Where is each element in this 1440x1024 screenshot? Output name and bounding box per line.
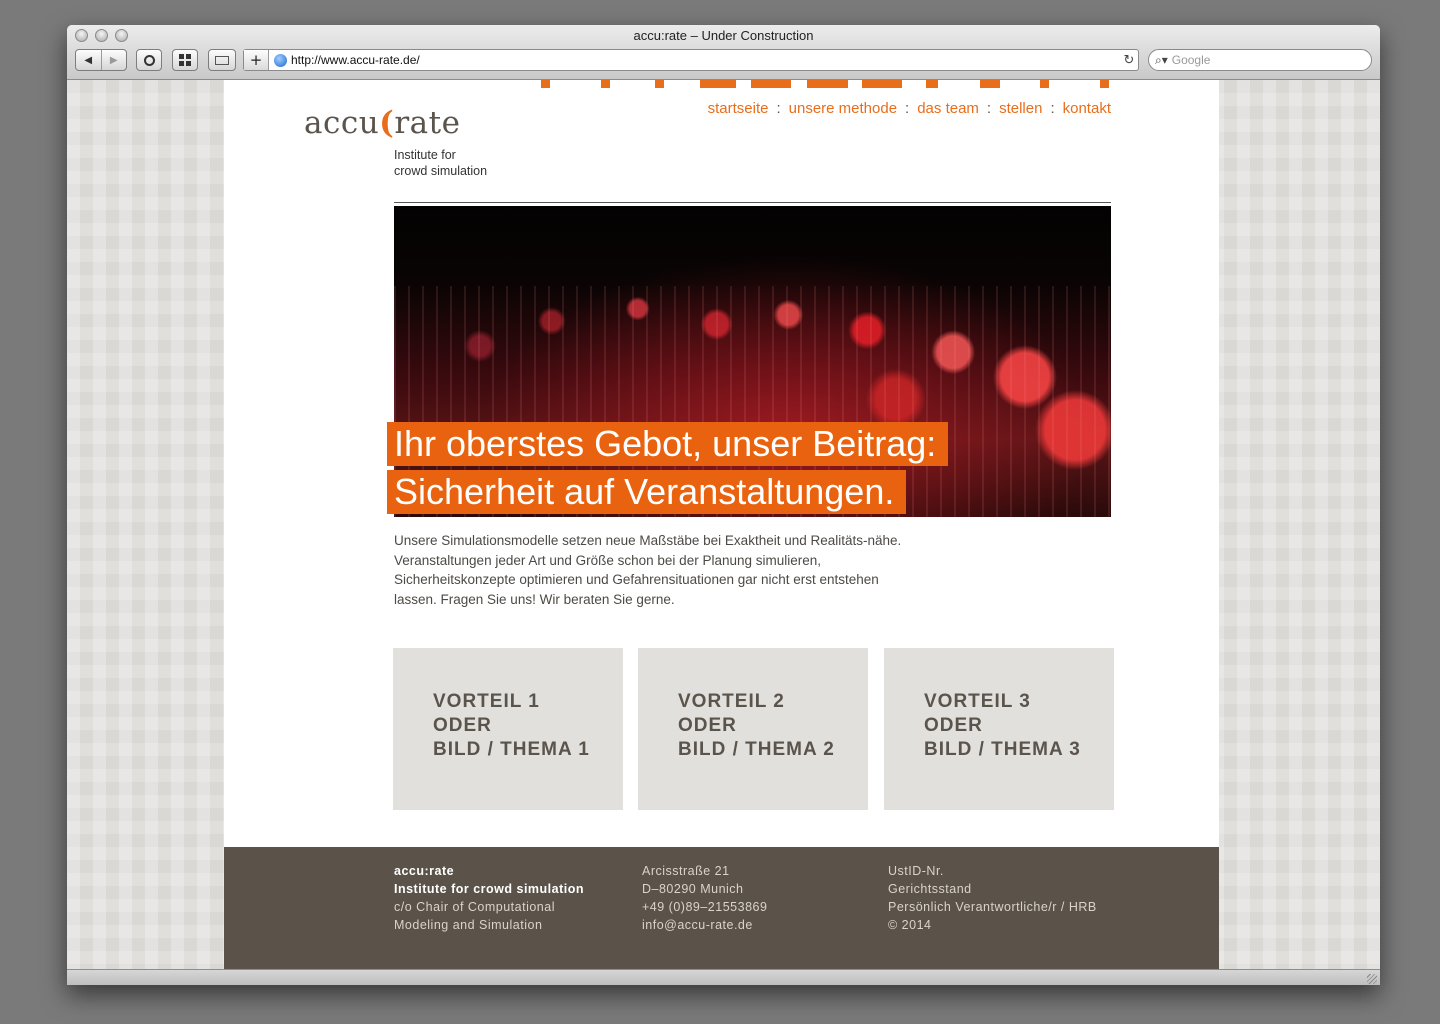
top-sites-grid-icon <box>179 54 191 66</box>
nav-item-startseite[interactable]: startseite <box>708 100 769 117</box>
card-line: BILD / THEMA 3 <box>924 739 1081 760</box>
footer-line: Persönlich Verantwortliche/r / HRB <box>888 900 1097 914</box>
footer-company-subtitle: Institute for crowd simulation <box>394 882 585 896</box>
card-line: VORTEIL 2 <box>678 691 785 712</box>
footer-phone: +49 (0)89–21553869 <box>642 900 768 914</box>
site-footer: accu:rate Institute for crowd simulation… <box>224 847 1219 969</box>
page-content: accu(rate Institute for crowd simulation… <box>224 80 1219 969</box>
nav-separator: : <box>776 100 781 117</box>
nav-item-das-team[interactable]: das team <box>917 100 979 117</box>
feature-card-2[interactable]: VORTEIL 2 ODER BILD / THEMA 2 <box>638 648 868 810</box>
titlebar: accu:rate – Under Construction ◀ ▶ + htt… <box>67 25 1380 80</box>
back-arrow-icon[interactable]: ◀ <box>76 50 101 70</box>
window-icon <box>215 55 229 65</box>
nav-separator: : <box>905 100 910 117</box>
header-divider <box>394 202 1111 203</box>
search-field[interactable]: ⌕▾ Google <box>1148 49 1372 71</box>
top-sites-button[interactable] <box>172 49 198 71</box>
resize-grip-icon[interactable] <box>1367 974 1377 984</box>
main-nav: startseite : unsere methode : das team :… <box>708 100 1111 117</box>
card-line: ODER <box>678 715 737 736</box>
decorative-bar <box>862 80 902 88</box>
onepassword-button[interactable] <box>136 49 162 71</box>
browser-window: accu:rate – Under Construction ◀ ▶ + htt… <box>67 25 1380 985</box>
add-bookmark-button[interactable]: + <box>244 50 269 70</box>
decorative-bar <box>1040 80 1049 88</box>
logo-mark: ( <box>379 105 395 141</box>
decorative-bar <box>700 80 736 88</box>
feature-card-text: VORTEIL 2 ODER BILD / THEMA 2 <box>678 690 835 762</box>
card-line: VORTEIL 3 <box>924 691 1031 712</box>
card-line: ODER <box>924 715 983 736</box>
footer-column-legal: UstID-Nr. Gerichtsstand Persönlich Veran… <box>888 862 1097 934</box>
feature-card-text: VORTEIL 3 ODER BILD / THEMA 3 <box>924 690 1081 762</box>
hero-headline: Ihr oberstes Gebot, unser Beitrag: Siche… <box>387 422 949 514</box>
decorative-bar <box>1100 80 1109 88</box>
back-forward-control[interactable]: ◀ ▶ <box>75 49 127 71</box>
nav-separator: : <box>986 100 992 117</box>
card-line: BILD / THEMA 2 <box>678 739 835 760</box>
card-line: ODER <box>433 715 492 736</box>
logo-text-accu: accu <box>304 105 380 141</box>
globe-icon <box>274 53 287 67</box>
onepassword-icon <box>143 54 155 66</box>
nav-separator: : <box>1050 100 1055 117</box>
footer-copyright: © 2014 <box>888 918 932 932</box>
footer-company-name: accu:rate <box>394 864 455 878</box>
nav-item-kontakt[interactable]: kontakt <box>1063 100 1111 117</box>
window-title: accu:rate – Under Construction <box>633 28 814 43</box>
search-placeholder: Google <box>1171 53 1211 67</box>
decorative-bar <box>926 80 938 88</box>
headline-line-1: Ihr oberstes Gebot, unser Beitrag: <box>387 422 949 466</box>
card-line: BILD / THEMA 1 <box>433 739 590 760</box>
feature-card-3[interactable]: VORTEIL 3 ODER BILD / THEMA 3 <box>884 648 1114 810</box>
footer-street: Arcisstraße 21 <box>642 864 730 878</box>
search-magnifier-icon: ⌕▾ <box>1155 52 1168 67</box>
url-field[interactable]: http://www.accu-rate.de/ <box>291 53 1120 67</box>
footer-line: c/o Chair of Computational <box>394 900 555 914</box>
footer-column-company: accu:rate Institute for crowd simulation… <box>394 862 584 934</box>
reload-icon[interactable]: ↻ <box>1120 53 1138 68</box>
tagline-line: Institute for <box>394 148 456 162</box>
footer-line: UstID-Nr. <box>888 864 944 878</box>
decorative-bar <box>601 80 610 88</box>
card-line: VORTEIL 1 <box>433 691 540 712</box>
decorative-bar <box>655 80 664 88</box>
intro-paragraph: Unsere Simulationsmodelle setzen neue Ma… <box>394 533 902 607</box>
footer-email-link[interactable]: info@accu-rate.de <box>642 916 767 934</box>
nav-item-unsere-methode[interactable]: unsere methode <box>789 100 897 117</box>
address-bar[interactable]: + http://www.accu-rate.de/ ↻ <box>243 49 1139 71</box>
logo-tagline: Institute for crowd simulation <box>394 147 524 179</box>
decorative-bar <box>980 80 1000 88</box>
footer-column-address: Arcisstraße 21 D–80290 Munich +49 (0)89–… <box>642 862 767 934</box>
web-viewport: accu(rate Institute for crowd simulation… <box>67 80 1380 969</box>
feature-card-text: VORTEIL 1 ODER BILD / THEMA 1 <box>433 690 590 762</box>
feature-card-1[interactable]: VORTEIL 1 ODER BILD / THEMA 1 <box>393 648 623 810</box>
nav-item-stellen[interactable]: stellen <box>999 100 1042 117</box>
footer-city: D–80290 Munich <box>642 882 744 896</box>
footer-line: Modeling and Simulation <box>394 918 543 932</box>
decorative-bar <box>807 80 848 88</box>
footer-line: Gerichtsstand <box>888 882 972 896</box>
status-bar <box>67 969 1380 985</box>
logo-text-rate: rate <box>394 105 461 141</box>
decorative-bar <box>541 80 550 88</box>
site-logo[interactable]: accu(rate Institute for crowd simulation <box>304 105 487 178</box>
forward-arrow-icon[interactable]: ▶ <box>100 50 127 70</box>
window-button[interactable] <box>208 49 236 71</box>
logo-wordmark: accu(rate <box>304 105 460 141</box>
decorative-bar <box>751 80 791 88</box>
headline-line-2: Sicherheit auf Veranstaltungen. <box>387 470 907 514</box>
tagline-line: crowd simulation <box>394 164 488 178</box>
